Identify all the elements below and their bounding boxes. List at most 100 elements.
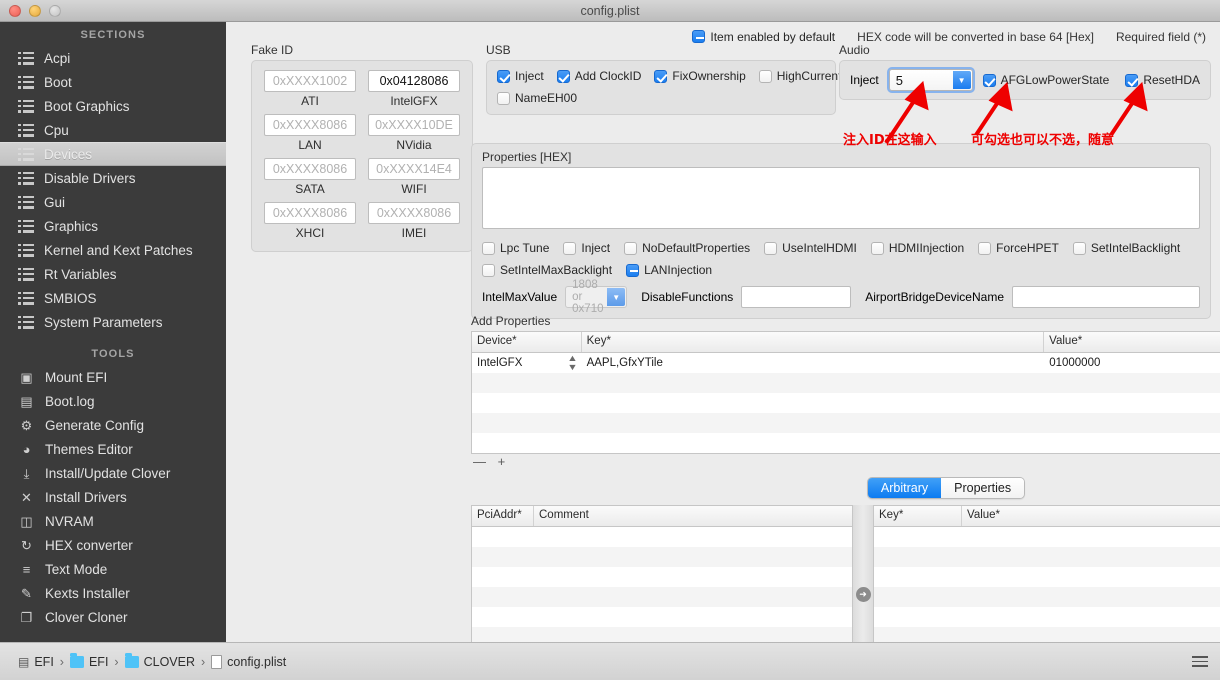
table-row-empty[interactable] [472,587,852,607]
usb-checkbox-highcurrent[interactable]: HighCurrent [759,69,842,83]
usb-checkbox-fixownership[interactable]: FixOwnership [654,69,745,83]
tools-item-generate-config[interactable]: ⚙Generate Config [0,413,226,437]
tools-item-kexts-installer[interactable]: ✎Kexts Installer [0,581,226,605]
column-header-comment[interactable]: Comment [534,506,852,526]
close-button[interactable] [9,5,21,17]
bottom-tab-bar[interactable]: Arbitrary Properties [867,477,1025,499]
tools-item-boot-log[interactable]: ▤Boot.log [0,389,226,413]
sidebar-item-boot-graphics[interactable]: Boot Graphics [0,94,226,118]
tab-properties[interactable]: Properties [941,478,1024,498]
sidebar-item-rt-variables[interactable]: Rt Variables [0,262,226,286]
checkbox-box[interactable] [482,242,495,255]
hex-checkbox-forcehpet[interactable]: ForceHPET [978,241,1059,255]
sidebar-item-disable-drivers[interactable]: Disable Drivers [0,166,226,190]
column-header-key[interactable]: Key* [582,332,1045,352]
checkbox-box[interactable] [759,70,772,83]
fake-id-input-wifi[interactable]: 0xXXXX14E4 [368,158,460,180]
hex-checkbox-setintelbacklight[interactable]: SetIntelBacklight [1073,241,1180,255]
fake-id-input-sata[interactable]: 0xXXXX8086 [264,158,356,180]
table-row-empty[interactable] [472,567,852,587]
checkbox-box[interactable] [654,70,667,83]
fake-id-input-imei[interactable]: 0xXXXX8086 [368,202,460,224]
tools-item-mount-efi[interactable]: ▣Mount EFI [0,365,226,389]
sidebar-item-gui[interactable]: Gui [0,190,226,214]
column-header-value[interactable]: Value* [962,506,1220,526]
window-controls[interactable] [0,5,61,17]
fake-id-input-intelgfx[interactable]: 0x04128086 [368,70,460,92]
sidebar-item-boot[interactable]: Boot [0,70,226,94]
checkbox-box[interactable] [497,92,510,105]
intel-max-value-select[interactable]: 1808 or 0x710 ▼ [565,286,627,308]
tools-item-themes-editor[interactable]: ◕Themes Editor [0,437,226,461]
table-row-empty[interactable] [874,527,1220,547]
checkbox-box[interactable] [624,242,637,255]
sidebar-item-smbios[interactable]: SMBIOS [0,286,226,310]
usb-checkbox-nameeh00[interactable]: NameEH00 [497,91,577,105]
tools-item-nvram[interactable]: ◫NVRAM [0,509,226,533]
tools-item-text-mode[interactable]: ≡Text Mode [0,557,226,581]
fake-id-input-lan[interactable]: 0xXXXX8086 [264,114,356,136]
tools-item-clover-cloner[interactable]: ❐Clover Cloner [0,605,226,629]
table-row-empty[interactable] [472,393,1220,413]
table-row-empty[interactable] [874,607,1220,627]
checkbox-box[interactable] [1073,242,1086,255]
table-row-empty[interactable] [472,433,1220,453]
breadcrumb-item-clover2[interactable]: CLOVER [125,655,195,669]
column-header-pciaddr[interactable]: PciAddr* [472,506,534,526]
checkbox-box[interactable] [626,264,639,277]
checkbox-box[interactable] [978,242,991,255]
table-row-empty[interactable] [472,607,852,627]
breadcrumb-item-efi0[interactable]: ▤EFI [18,655,54,669]
table-row-empty[interactable] [874,587,1220,607]
usb-checkbox-inject[interactable]: Inject [497,69,544,83]
table-row-empty[interactable] [874,547,1220,567]
breadcrumb-item-efi1[interactable]: EFI [70,655,108,669]
column-header-key[interactable]: Key* [874,506,962,526]
column-header-device[interactable]: Device* [472,332,582,352]
sidebar-item-devices[interactable]: Devices [0,142,226,166]
properties-hex-textarea[interactable] [482,167,1200,229]
checkbox-box[interactable] [871,242,884,255]
hex-checkbox-setintelmaxbacklight[interactable]: SetIntelMaxBacklight [482,263,612,277]
chevron-down-icon[interactable]: ▼ [607,288,625,306]
hex-checkbox-laninjection[interactable]: LANInjection [626,263,712,277]
fake-id-input-nvidia[interactable]: 0xXXXX10DE [368,114,460,136]
add-properties-add-remove[interactable]: — + [471,454,1220,469]
usb-checkbox-add-clockid[interactable]: Add ClockID [557,69,642,83]
item-enabled-by-default-checkbox[interactable]: Item enabled by default [692,30,835,44]
checkbox-box[interactable] [557,70,570,83]
sidebar-item-cpu[interactable]: Cpu [0,118,226,142]
checkbox-box[interactable] [692,30,705,43]
table-row-empty[interactable] [472,373,1220,393]
hex-checkbox-useintelhdmi[interactable]: UseIntelHDMI [764,241,857,255]
zoom-button[interactable] [49,5,61,17]
checkbox-box[interactable] [764,242,777,255]
sidebar-item-graphics[interactable]: Graphics [0,214,226,238]
airport-bridge-input[interactable] [1012,286,1200,308]
tools-item-install-drivers[interactable]: ✕Install Drivers [0,485,226,509]
checkbox-box[interactable] [497,70,510,83]
table-row[interactable]: IntelGFX▲▼AAPL,GfxYTile01000000DATA▲▼ [472,353,1220,373]
hex-checkbox-nodefaultproperties[interactable]: NoDefaultProperties [624,241,750,255]
fake-id-input-xhci[interactable]: 0xXXXX8086 [264,202,356,224]
sidebar-item-system-parameters[interactable]: System Parameters [0,310,226,334]
breadcrumb-item-config-plist3[interactable]: config.plist [211,655,286,669]
sidebar-item-acpi[interactable]: Acpi [0,46,226,70]
tools-item-hex-converter[interactable]: ↻HEX converter [0,533,226,557]
table-row-empty[interactable] [472,547,852,567]
table-row-empty[interactable] [874,567,1220,587]
hex-checkbox-lpc-tune[interactable]: Lpc Tune [482,241,549,255]
table-row-empty[interactable] [472,413,1220,433]
tools-item-install-update-clover[interactable]: ⤓Install/Update Clover [0,461,226,485]
add-properties-table[interactable]: Device*Key*Value*DisabledValue Type Inte… [471,331,1220,454]
tab-arbitrary[interactable]: Arbitrary [868,478,941,498]
checkbox-box[interactable] [482,264,495,277]
stepper-icon[interactable]: ▲▼ [567,354,578,372]
checkbox-box[interactable] [563,242,576,255]
sidebar-item-kernel-and-kext-patches[interactable]: Kernel and Kext Patches [0,238,226,262]
fake-id-input-ati[interactable]: 0xXXXX1002 [264,70,356,92]
hex-checkbox-inject[interactable]: Inject [563,241,610,255]
hamburger-icon[interactable] [1192,656,1208,667]
breadcrumb[interactable]: ▤EFI›EFI›CLOVER›config.plist [12,655,286,669]
disable-functions-input[interactable] [741,286,851,308]
